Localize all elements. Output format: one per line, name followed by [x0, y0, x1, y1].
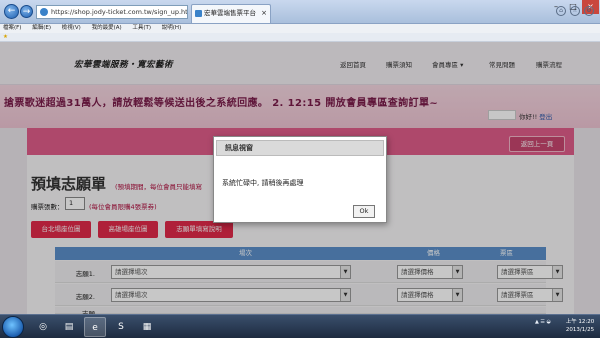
favorites-icon[interactable]: ☆	[570, 6, 580, 16]
favorites-star-icon[interactable]: ★	[3, 34, 8, 40]
tab-title: 宏華雲端售票平台	[204, 9, 256, 17]
menu-file[interactable]: 檔案(F)	[3, 25, 21, 31]
menu-favorites[interactable]: 我的最愛(A)	[92, 25, 122, 31]
tab-close-icon[interactable]: ×	[261, 5, 267, 22]
clock-time: 上午 12:20	[565, 319, 595, 325]
favorites-bar: ★	[0, 33, 600, 42]
windows-taskbar: ◎ ▤ e S ▦ ▲ ☰ ◒ 上午 12:20 2013/1/25	[0, 314, 600, 338]
chrome-icon[interactable]: ◎	[32, 317, 54, 337]
home-icon[interactable]: ⌂	[556, 6, 566, 16]
forward-button[interactable]: →	[20, 5, 33, 18]
menu-view[interactable]: 檢視(V)	[62, 25, 81, 31]
back-arrow-icon: ←	[7, 6, 16, 16]
back-button[interactable]: ←	[4, 4, 19, 19]
menu-bar: 檔案(F) 編輯(E) 檢視(V) 我的最愛(A) 工具(T) 說明(H)	[0, 24, 600, 33]
dialog-message: 系統忙碌中, 請稍後再處理	[222, 179, 304, 187]
site-icon	[40, 8, 48, 16]
menu-edit[interactable]: 編輯(E)	[32, 25, 51, 31]
address-url: https://shop.jody-ticket.com.tw/sign_up.…	[51, 8, 188, 16]
browser-tab[interactable]: 宏華雲端售票平台 ×	[191, 4, 271, 23]
dialog-ok-button[interactable]: Ok	[353, 205, 375, 218]
clock[interactable]: 上午 12:20 2013/1/25	[563, 318, 597, 334]
menu-help[interactable]: 說明(H)	[162, 25, 181, 31]
clock-date: 2013/1/25	[565, 327, 595, 333]
system-tray[interactable]: ▲ ☰ ◒	[535, 319, 551, 325]
skype-icon[interactable]: S	[110, 317, 132, 337]
dialog-title: 訊息視窗	[216, 140, 384, 156]
start-button[interactable]	[2, 316, 24, 338]
address-bar[interactable]: https://shop.jody-ticket.com.tw/sign_up.…	[36, 5, 188, 19]
settings-gear-icon[interactable]: ⚙	[584, 6, 594, 16]
forward-arrow-icon: →	[22, 7, 31, 17]
message-dialog: 訊息視窗 系統忙碌中, 請稍後再處理 Ok	[213, 136, 387, 223]
menu-tools[interactable]: 工具(T)	[132, 25, 151, 31]
browser-titlebar: ← → https://shop.jody-ticket.com.tw/sign…	[0, 0, 600, 24]
explorer-icon[interactable]: ▤	[58, 317, 80, 337]
tab-favicon-icon	[195, 10, 202, 17]
ie-icon[interactable]: e	[84, 317, 106, 337]
app-icon[interactable]: ▦	[136, 317, 158, 337]
